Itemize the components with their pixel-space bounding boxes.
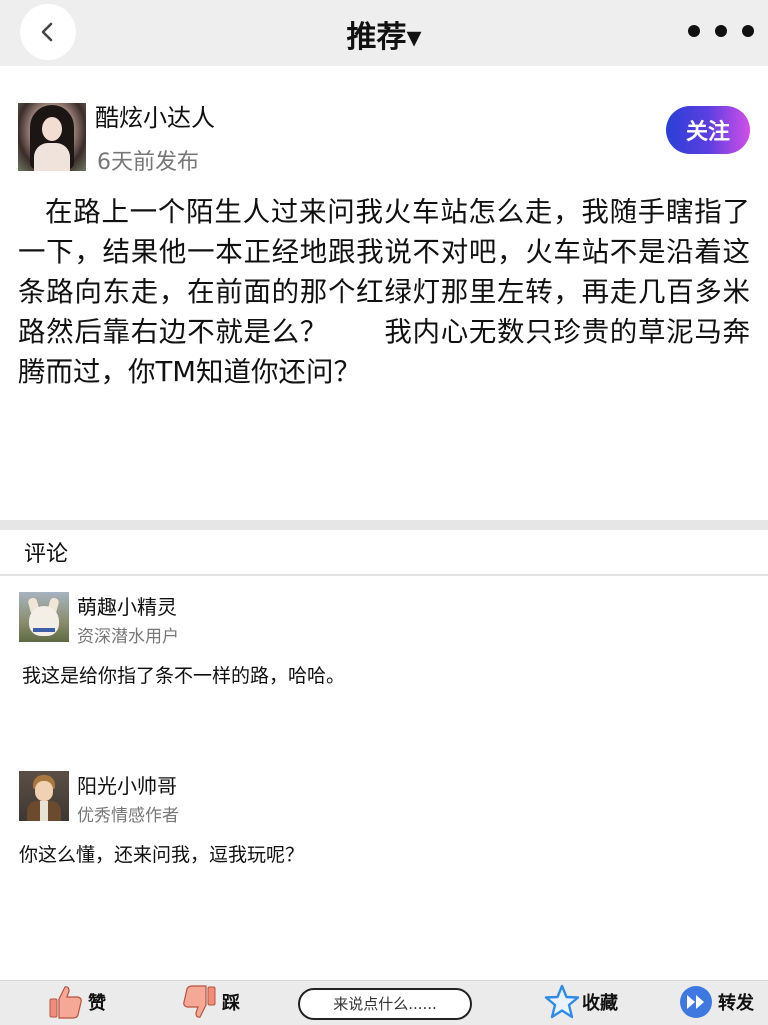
like-button[interactable]: 赞 xyxy=(48,980,106,1024)
thumbs-down-icon xyxy=(183,985,216,1018)
forward-icon xyxy=(680,986,712,1018)
top-navigation-bar: 推荐▾ xyxy=(0,0,768,66)
dislike-button[interactable]: 踩 xyxy=(182,980,240,1024)
comment-text: 你这么懂，还来问我，逗我玩呢？ xyxy=(19,844,305,866)
share-button[interactable]: 转发 xyxy=(678,980,754,1024)
commenter-name[interactable]: 阳光小帅哥 xyxy=(77,770,177,799)
post-timestamp: 6天前发布 xyxy=(97,150,199,175)
comment-text: 我这是给你指了条不一样的路，哈哈。 xyxy=(22,665,346,687)
like-label: 赞 xyxy=(88,993,106,1014)
author-name[interactable]: 酷炫小达人 xyxy=(95,98,215,133)
follow-button[interactable]: 关注 xyxy=(666,106,750,154)
author-avatar[interactable] xyxy=(18,103,86,171)
commenter-name[interactable]: 萌趣小精灵 xyxy=(77,591,177,620)
commenter-role: 资深潜水用户 xyxy=(77,627,179,647)
dislike-label: 踩 xyxy=(222,993,240,1014)
comments-heading: 评论 xyxy=(24,542,69,567)
commenter-role: 优秀情感作者 xyxy=(77,806,179,826)
commenter-avatar[interactable] xyxy=(19,771,69,821)
page-title-dropdown[interactable]: 推荐▾ xyxy=(0,12,768,56)
more-options-button[interactable] xyxy=(688,18,754,44)
more-dots-icon xyxy=(688,25,700,37)
commenter-avatar[interactable] xyxy=(19,592,69,642)
post-content: 在路上一个陌生人过来问我火车站怎么走，我随手瞎指了一下，结果他一本正经地跟我说不… xyxy=(18,196,750,388)
comment-input[interactable]: 来说点什么...... xyxy=(298,988,472,1020)
thumbs-up-icon xyxy=(49,986,82,1019)
share-label: 转发 xyxy=(718,993,754,1014)
star-icon xyxy=(544,984,580,1019)
favorite-label: 收藏 xyxy=(582,993,618,1014)
divider xyxy=(0,574,768,576)
section-divider xyxy=(0,520,768,530)
favorite-button[interactable]: 收藏 xyxy=(544,980,618,1024)
